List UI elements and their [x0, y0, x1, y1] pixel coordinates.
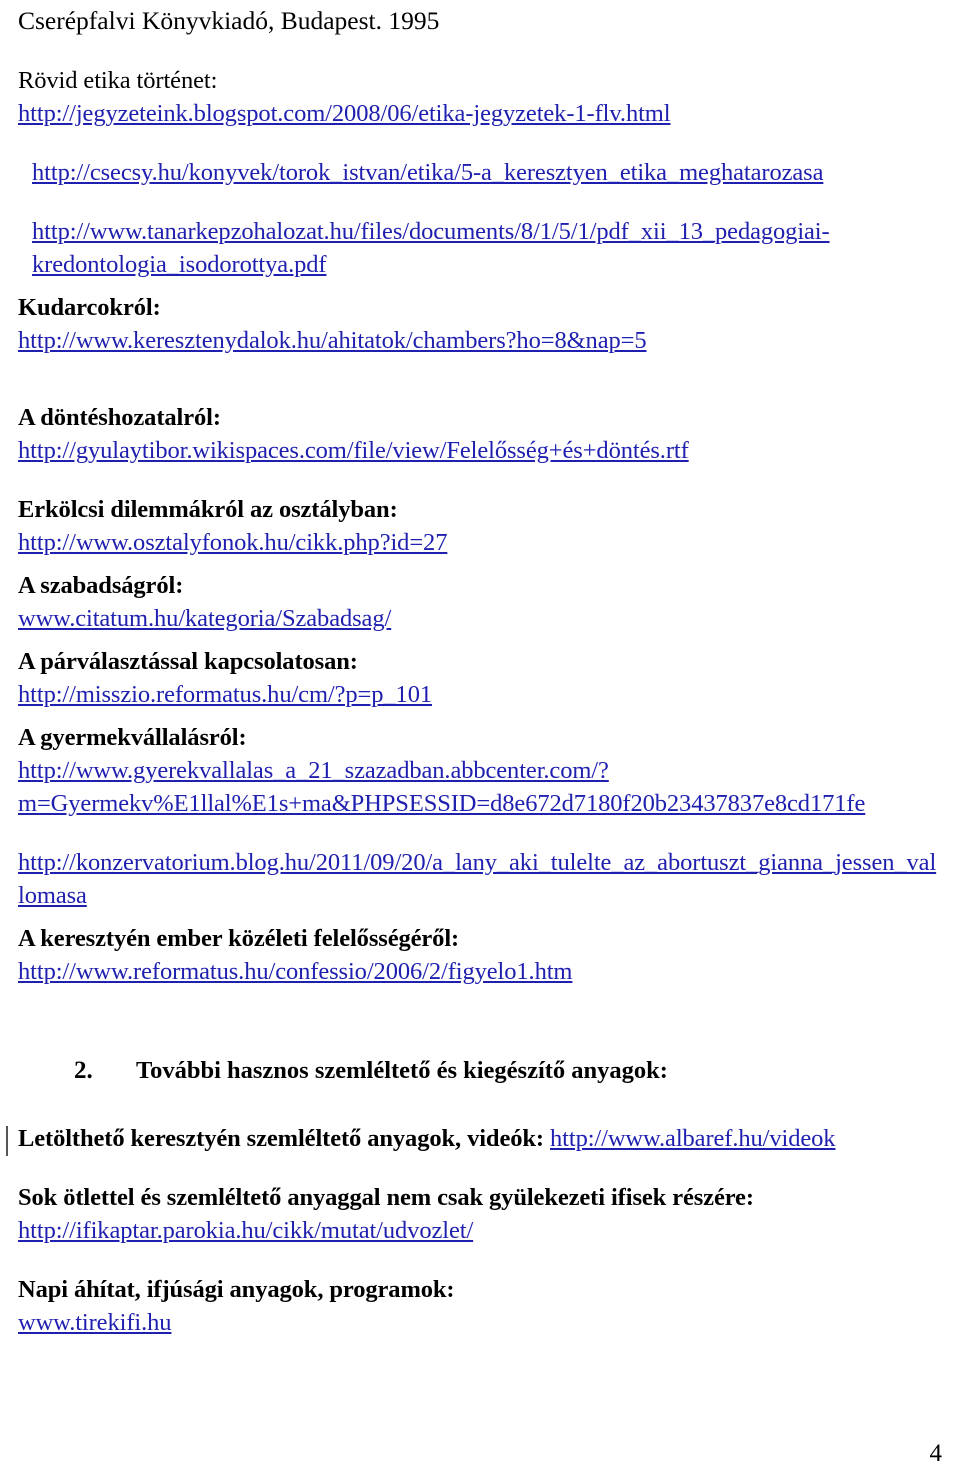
tail-item-3-label: Napi áhítat, ifjúsági anyagok, programok… [18, 1276, 455, 1303]
heading-donteshozatalrol: A döntéshozatalról: [18, 404, 221, 431]
link-tanarkepzohalozat[interactable]: http://www.tanarkepzohalozat.hu/files/do… [32, 218, 830, 278]
heading-kudarcokrol: Kudarcokról: [18, 294, 161, 321]
link-jegyzeteink-blogspot[interactable]: http://jegyzeteink.blogspot.com/2008/06/… [18, 100, 671, 127]
link-csecsy-hu[interactable]: http://csecsy.hu/konyvek/torok_istvan/et… [32, 159, 823, 186]
heading-szabadsagrol: A szabadságról: [18, 572, 184, 599]
heading-kozeleti-felelosseg: A keresztyén ember közéleti felelősségér… [18, 925, 460, 952]
change-bar-icon [6, 1126, 8, 1156]
link-tirekifi[interactable]: www.tirekifi.hu [18, 1309, 172, 1336]
section-heading-2: 2. További hasznos szemléltető és kiegés… [18, 1054, 942, 1088]
section-number: 2. [74, 1057, 93, 1084]
link-konzervatorium-blog[interactable]: http://konzervatorium.blog.hu/2011/09/20… [18, 849, 936, 909]
link-gyulaytibor-wikispaces[interactable]: http://gyulaytibor.wikispaces.com/file/v… [18, 437, 689, 464]
heading-parvalasztassal: A párválasztással kapcsolatosan: [18, 648, 358, 675]
link-citatum[interactable]: www.citatum.hu/kategoria/Szabadsag/ [18, 605, 391, 632]
link-reformatus-confessio[interactable]: http://www.reformatus.hu/confessio/2006/… [18, 958, 573, 985]
link-misszio-reformatus[interactable]: http://misszio.reformatus.hu/cm/?p=p_101 [18, 681, 432, 708]
tail-item-1: Letölthető keresztyén szemléltető anyago… [6, 1122, 942, 1156]
citation-line: Cserépfalvi Könyvkiadó, Budapest. 1995 [18, 6, 440, 35]
tail-item-1-label: Letölthető keresztyén szemléltető anyago… [18, 1125, 544, 1152]
link-ifikaptar-parokia[interactable]: http://ifikaptar.parokia.hu/cikk/mutat/u… [18, 1217, 473, 1244]
tail-item-2-label: Sok ötlettel és szemléltető anyaggal nem… [18, 1184, 754, 1211]
label-rovid-etika-tortenet: Rövid etika történet: [18, 67, 218, 94]
link-albaref-videok[interactable]: http://www.albaref.hu/videok [550, 1125, 836, 1152]
page-number: 4 [929, 1440, 943, 1467]
section-title: További hasznos szemléltető és kiegészít… [136, 1057, 668, 1084]
link-gyerekvallalas-abbcenter[interactable]: http://www.gyerekvallalas_a_21_szazadban… [18, 757, 865, 817]
heading-gyermekvallalasrol: A gyermekvállalásról: [18, 724, 247, 751]
link-osztalyfonok[interactable]: http://www.osztalyfonok.hu/cikk.php?id=2… [18, 529, 447, 556]
document-body: Cserépfalvi Könyvkiadó, Budapest. 1995 R… [6, 0, 942, 1339]
document-page: Cserépfalvi Könyvkiadó, Budapest. 1995 R… [0, 0, 960, 1484]
link-keresztenydalok[interactable]: http://www.keresztenydalok.hu/ahitatok/c… [18, 327, 647, 354]
heading-erkolcsi-dilemmakrol: Erkölcsi dilemmákról az osztályban: [18, 496, 398, 523]
